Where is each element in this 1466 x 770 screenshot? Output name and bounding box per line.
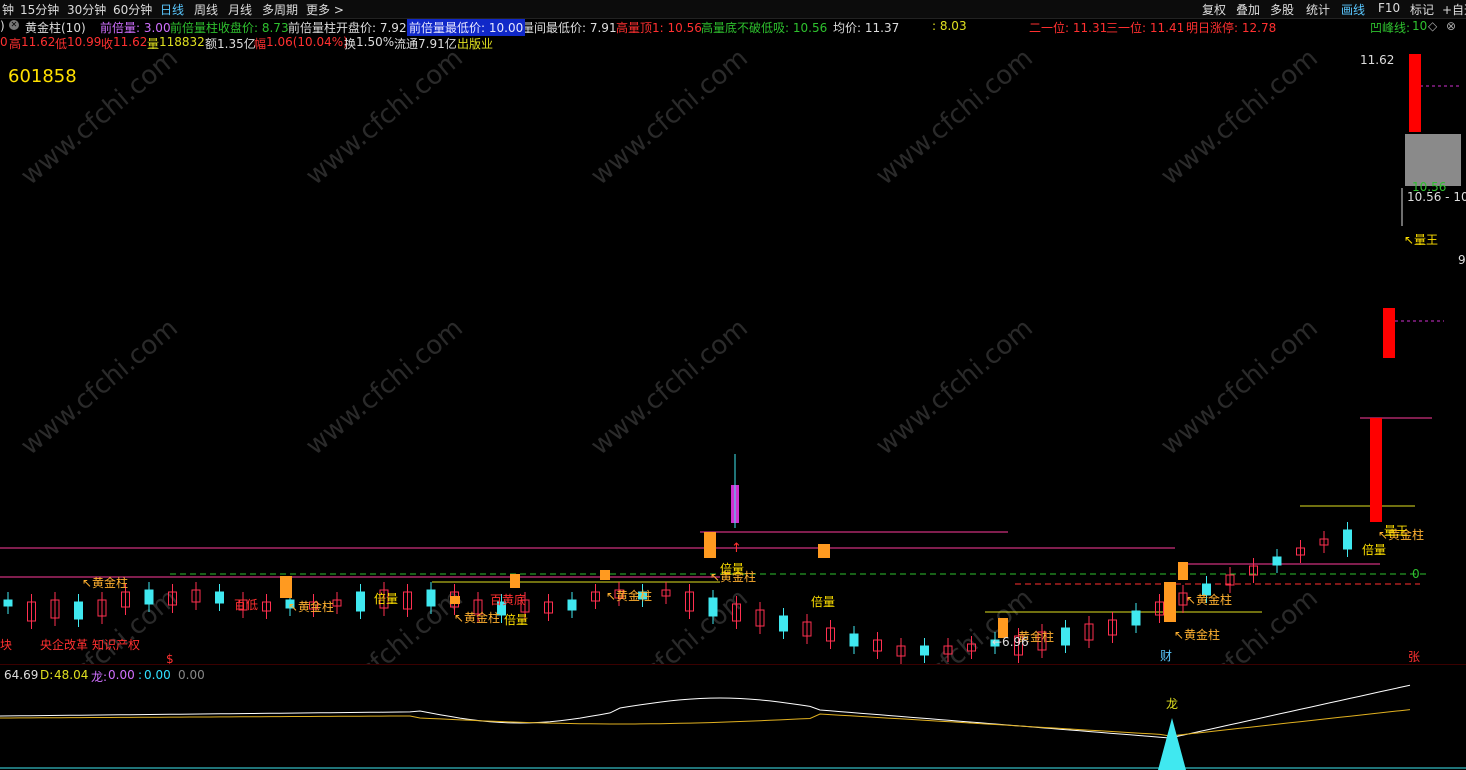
candle-body xyxy=(3,599,13,607)
red-bar xyxy=(1370,418,1382,522)
watermark-text: www.cfchi.com xyxy=(585,313,754,461)
chart-label: 倍量 xyxy=(811,594,835,609)
golden-bar xyxy=(704,532,716,558)
watermark-text: www.cfchi.com xyxy=(15,313,184,461)
chart-label: ↖量王 xyxy=(1404,233,1438,247)
tab-minute[interactable]: 钟 xyxy=(2,1,14,18)
candle-body xyxy=(426,589,436,607)
watermark-text: www.cfchi.com xyxy=(870,43,1039,191)
chart-label: ↖黄金柱 xyxy=(606,588,652,603)
golden-bar xyxy=(818,544,830,558)
chart-label: 9 xyxy=(1458,253,1466,267)
candle-body xyxy=(567,599,577,611)
stock-code: 601858 xyxy=(8,66,77,87)
k-line xyxy=(0,684,1411,739)
candle-body xyxy=(74,601,83,620)
chart-label: 百低 xyxy=(234,598,258,612)
tab-60min[interactable]: 60分钟 xyxy=(113,1,152,18)
dragon-spike xyxy=(1158,718,1186,770)
tab-15min[interactable]: 15分钟 xyxy=(20,1,59,18)
panel-divider xyxy=(0,664,1466,665)
watermark-text: www.cfchi.com xyxy=(1155,313,1324,461)
candle-body xyxy=(1343,529,1352,550)
chart-label: ↖黄金柱 xyxy=(82,575,128,590)
add-watchlist-button[interactable]: +自选 xyxy=(1442,1,1466,18)
golden-bar xyxy=(510,574,520,588)
restore-rights-button[interactable]: 复权 xyxy=(1202,1,1226,18)
watermark-text: www.cfchi.com xyxy=(870,313,1039,461)
candle-body xyxy=(356,591,365,612)
watermark-text: www.cfchi.com xyxy=(870,583,1039,664)
chart-label: $ xyxy=(166,652,174,664)
watermark-text: www.cfchi.com xyxy=(1155,583,1324,664)
candle-body xyxy=(1272,556,1282,566)
chart-label: ↖黄金柱 xyxy=(1174,627,1220,642)
chart-label: ↖黄金柱 xyxy=(454,610,500,625)
chart-label: 倍量 xyxy=(720,561,744,576)
tab-weekly[interactable]: 周线 xyxy=(194,1,218,18)
up-arrow-icon: ↑ xyxy=(731,541,742,556)
red-bar xyxy=(1409,54,1421,132)
chart-label: 央企改革 xyxy=(40,637,88,652)
draw-line-button[interactable]: 画线 xyxy=(1341,1,1365,18)
diamond-icon[interactable]: ◇ xyxy=(1428,19,1437,33)
chart-label: 块 xyxy=(0,638,12,652)
watermark-text: www.cfchi.com xyxy=(1155,43,1324,191)
tab-monthly[interactable]: 月线 xyxy=(228,1,252,18)
candle-body xyxy=(849,633,859,647)
chart-label: 10.56 xyxy=(1412,180,1446,194)
dragon-label: 龙 xyxy=(1166,697,1178,711)
candle-body xyxy=(920,645,929,656)
chart-label: ↖黄金柱 xyxy=(288,599,334,614)
watermark-text: www.cfchi.com xyxy=(300,43,469,191)
golden-bar xyxy=(450,596,460,604)
indicator-prefix: ) xyxy=(0,19,5,33)
golden-bar xyxy=(600,570,610,580)
golden-bar xyxy=(1164,582,1176,622)
indicator-row: ) ✕ 黄金柱(10) 前倍量: 3.00 前倍量柱收盘价: 8.73 前倍量柱开盘… xyxy=(0,18,1466,36)
tab-more[interactable]: 更多 > xyxy=(306,1,344,18)
chart-label: 量王 xyxy=(1384,524,1408,538)
mark-button[interactable]: 标记 xyxy=(1410,1,1434,18)
indicator-item: : 8.03 xyxy=(932,19,967,33)
f10-button[interactable]: F10 xyxy=(1378,1,1400,15)
collapse-icon[interactable]: ✕ xyxy=(9,20,19,30)
tab-multi-period[interactable]: 多周期 xyxy=(262,1,298,18)
close-icon[interactable]: ⊗ xyxy=(1446,19,1456,33)
chart-label: 倍量 xyxy=(504,612,528,627)
peak-line-value: 10 xyxy=(1412,19,1428,33)
golden-bar xyxy=(280,576,292,598)
chart-label: 知识产权 xyxy=(92,638,140,652)
overlay-button[interactable]: 叠加 xyxy=(1236,1,1260,18)
candlestick-chart[interactable]: www.cfchi.com www.cfchi.com www.cfchi.com w… xyxy=(0,36,1466,664)
watermark-text: www.cfchi.com xyxy=(300,313,469,461)
period-toolbar: 钟 15分钟 30分钟 60分钟 日线 周线 月线 多周期 更多 > 复权 叠加… xyxy=(0,0,1466,19)
red-bar xyxy=(1383,308,1395,358)
candle-body xyxy=(708,597,718,617)
tab-daily[interactable]: 日线 xyxy=(160,1,184,18)
chart-label: ↖黄金柱 xyxy=(1186,592,1232,607)
chart-label: 百黄底 xyxy=(490,592,526,607)
multi-stock-button[interactable]: 多股 xyxy=(1270,1,1294,18)
chart-label: 11.62 xyxy=(1360,53,1394,67)
candle-body xyxy=(779,615,788,632)
golden-bar xyxy=(1178,562,1188,580)
chart-label: 倍量 xyxy=(374,591,398,606)
stats-button[interactable]: 统计 xyxy=(1306,1,1330,18)
chart-label: 0 xyxy=(1412,567,1420,581)
candle-body xyxy=(1061,627,1070,646)
grey-box xyxy=(1405,134,1461,186)
chart-label: 财 xyxy=(1160,649,1172,663)
candle-body xyxy=(215,591,224,604)
tab-30min[interactable]: 30分钟 xyxy=(67,1,106,18)
candle-body xyxy=(1131,610,1141,626)
chart-label: 倍量 xyxy=(1362,542,1386,557)
kd-indicator-chart[interactable]: 龙 xyxy=(0,666,1466,770)
candle-body xyxy=(144,589,154,605)
chart-label: 张 xyxy=(1408,650,1420,664)
watermark-text: www.cfchi.com xyxy=(585,43,754,191)
chart-label: ←6.96 xyxy=(992,635,1029,649)
